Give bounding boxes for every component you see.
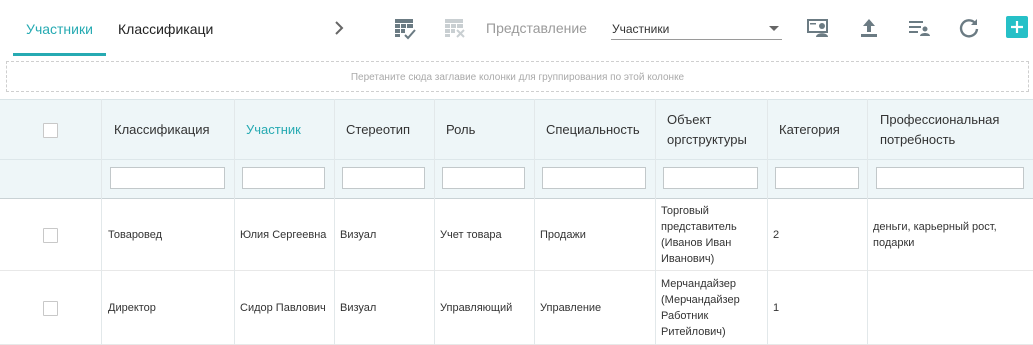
tab-participants[interactable]: Участники (13, 0, 106, 56)
add-button[interactable] (1006, 16, 1028, 38)
plus-icon (1011, 21, 1023, 33)
cell-professional-need: деньги, карьерный рост, подарки (873, 221, 997, 249)
filter-input-classification[interactable] (110, 167, 225, 189)
filter-list-icon[interactable] (907, 16, 931, 40)
column-header-classification[interactable]: Классификация (114, 99, 232, 160)
refresh-icon[interactable] (957, 16, 981, 40)
tab-classification[interactable]: Классификаци (118, 0, 213, 56)
table-check-icon[interactable] (393, 16, 417, 40)
toolbar: Участники Классификаци Представление Уча… (0, 0, 1033, 56)
row-checkbox[interactable] (43, 228, 58, 243)
cell-org-object: Торговый представитель (Иванов Иван Иван… (661, 205, 737, 265)
column-header-professional-need[interactable]: Профессиональная потребность (880, 99, 1030, 160)
cell-stereotype: Визуал (340, 229, 377, 241)
view-label: Представление (486, 20, 587, 36)
cell-classification: Товаровед (108, 229, 163, 241)
cell-specialty: Управление (540, 302, 602, 314)
cell-role: Управляющий (440, 302, 513, 314)
cell-stereotype: Визуал (340, 302, 377, 314)
cell-category: 2 (773, 229, 780, 241)
user-card-icon[interactable] (806, 16, 830, 40)
group-drop-zone[interactable]: Перетаните сюда заглавие колонки для гру… (6, 61, 1029, 92)
cell-participant: Юлия Сергеевна (240, 229, 327, 241)
view-select-value: Участники (612, 22, 670, 36)
table-remove-icon[interactable] (443, 16, 467, 40)
row-checkbox[interactable] (43, 301, 58, 316)
filter-input-category[interactable] (775, 167, 859, 189)
cell-category: 1 (773, 302, 780, 314)
cell-participant: Сидор Павлович (240, 302, 326, 314)
column-header-participant[interactable]: Участник (246, 99, 332, 160)
chevron-down-icon (769, 26, 779, 31)
column-header-specialty[interactable]: Специальность (546, 99, 654, 160)
column-header-org-object[interactable]: Объект оргструктуры (667, 99, 765, 160)
upload-icon[interactable] (857, 16, 881, 40)
data-grid: Классификация Участник Стереотип Роль Сп… (0, 99, 1033, 345)
cell-classification: Директор (108, 302, 156, 314)
cell-professional-need (873, 271, 1029, 345)
filter-input-specialty[interactable] (542, 167, 646, 189)
cell-specialty: Продажи (540, 229, 586, 241)
chevron-right-icon[interactable] (331, 19, 347, 37)
filter-input-participant[interactable] (242, 167, 325, 189)
column-header-role[interactable]: Роль (446, 99, 532, 160)
filter-input-role[interactable] (442, 167, 525, 189)
filter-input-org-object[interactable] (663, 167, 758, 189)
filter-input-stereotype[interactable] (342, 167, 425, 189)
column-header-category[interactable]: Категория (779, 99, 865, 160)
select-all-checkbox[interactable] (43, 123, 58, 138)
filter-input-professional-need[interactable] (876, 167, 1024, 189)
group-drop-zone-hint: Перетаните сюда заглавие колонки для гру… (350, 72, 685, 83)
column-header-stereotype[interactable]: Стереотип (346, 99, 432, 160)
view-select[interactable]: Участники (611, 18, 782, 40)
cell-org-object: Мерчандайзер (Мерчандайзер Работник Рите… (661, 278, 740, 338)
cell-role: Учет товара (440, 229, 502, 241)
